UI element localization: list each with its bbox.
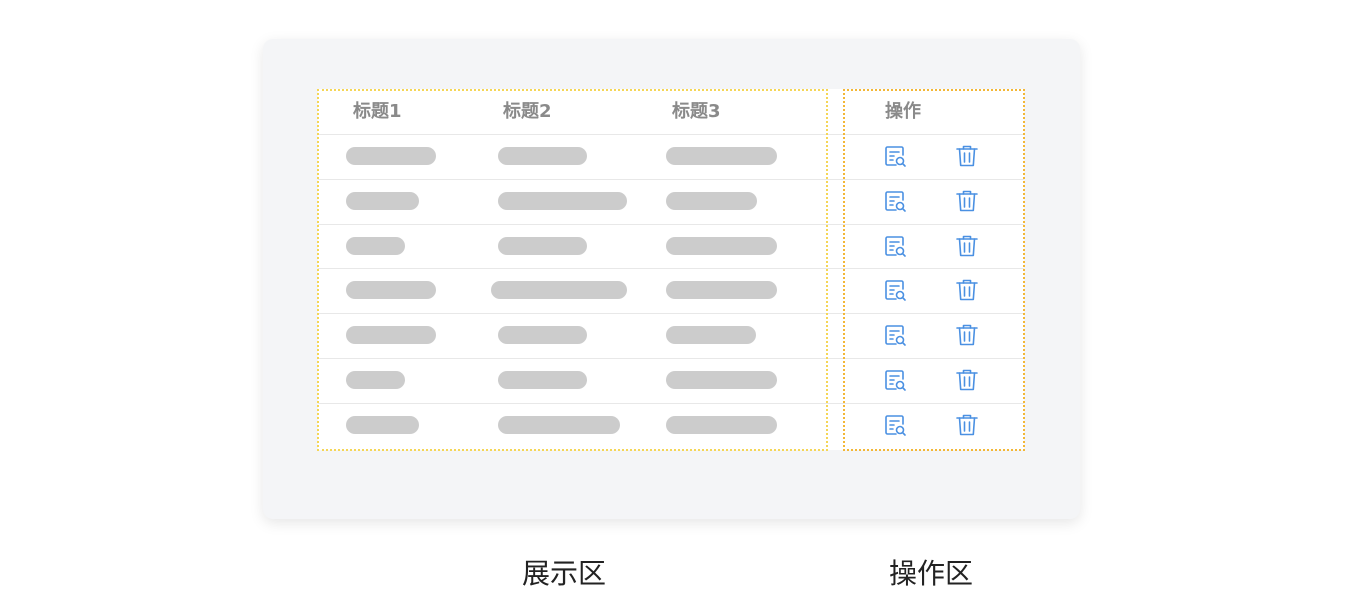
action-zone-label: 操作区 [889, 557, 974, 590]
display-zone-label: 展示区 [522, 557, 607, 590]
display-zone-outline [317, 89, 828, 451]
action-zone-outline [843, 89, 1025, 451]
